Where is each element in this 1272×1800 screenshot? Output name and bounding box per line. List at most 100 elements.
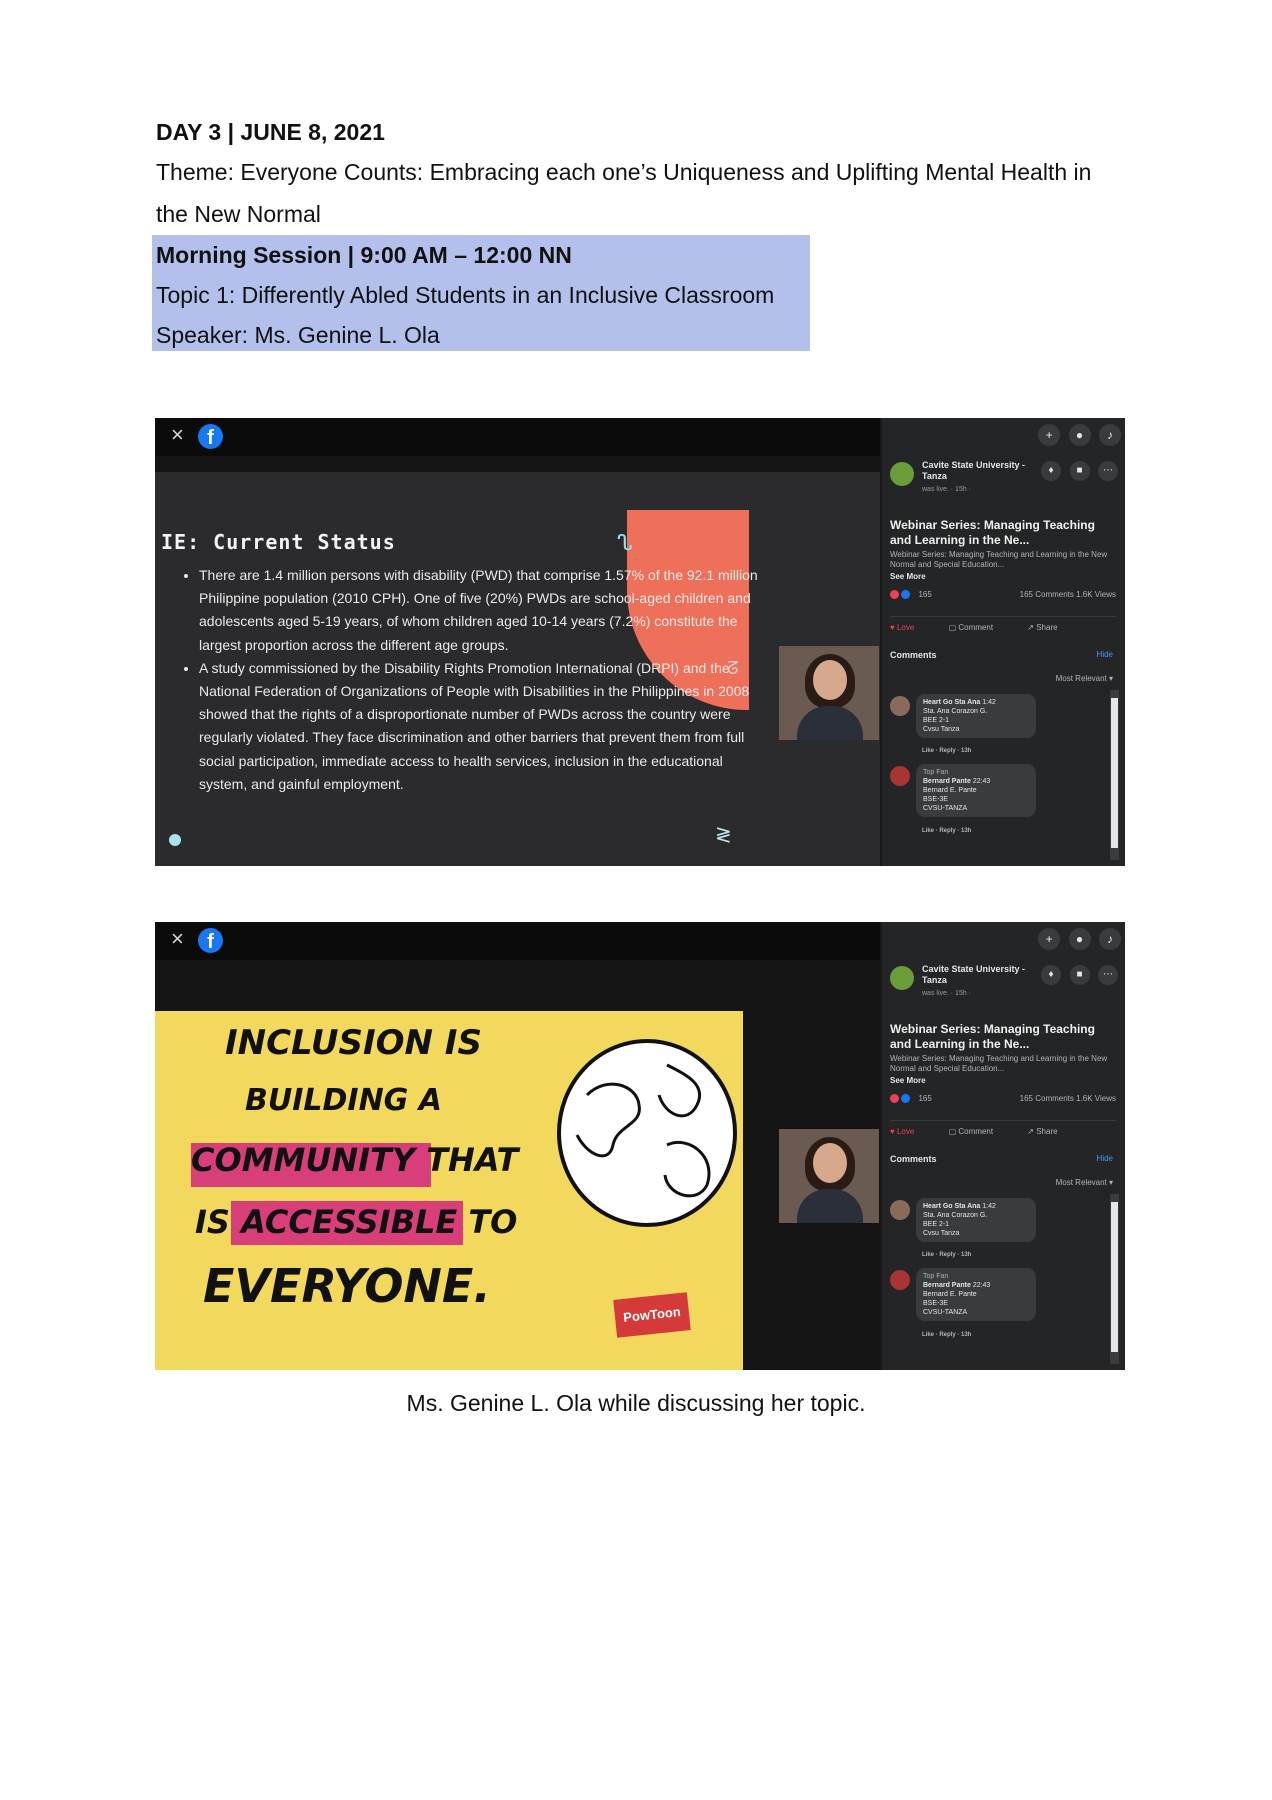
messenger-icon[interactable]: ● [1068, 424, 1091, 446]
sort-comments-dropdown[interactable]: Most Relevant ▾ [1056, 674, 1113, 683]
see-more-link[interactable]: See More [890, 572, 926, 581]
reaction-count[interactable]: 165 [918, 590, 931, 599]
video-stage[interactable]: INCLUSION IS BUILDING A COMMUNITY THAT I… [155, 960, 880, 1370]
hide-comments-link[interactable]: Hide [1097, 1154, 1113, 1163]
plus-icon[interactable]: + [1038, 424, 1061, 446]
close-icon[interactable]: × [171, 423, 184, 447]
presentation-slide: ᔐ ᘔ ≷ IE: Current Status There are 1.4 m… [155, 472, 880, 866]
sort-comments-dropdown[interactable]: Most Relevant ▾ [1056, 1178, 1113, 1187]
slide-text: IS ACCESSIBLE TO [195, 1203, 518, 1241]
top-fan-badge: Top Fan [923, 769, 949, 776]
share-button[interactable]: ↗ Share [1027, 1127, 1073, 1136]
comment-bubble: Top Fan Bernard Pante 22:43 Bernard E. P… [916, 764, 1036, 817]
love-button[interactable]: ♥ Love [890, 623, 930, 632]
close-icon[interactable]: × [171, 927, 184, 951]
notifications-icon[interactable]: ♪ [1099, 928, 1121, 950]
comment-line: Sta. Ana Corazon G. [923, 708, 988, 715]
facebook-logo-icon[interactable]: f [198, 424, 223, 449]
comment-author[interactable]: Heart Go Sta Ana [923, 1203, 980, 1210]
comment-bubble: Top Fan Bernard Pante 22:43 Bernard E. P… [916, 1268, 1036, 1321]
comment-line: BSE-3E [923, 796, 948, 803]
page-header: Cavite State University - Tanza was live… [890, 460, 1118, 500]
avatar[interactable] [890, 1270, 910, 1290]
avatar[interactable] [890, 696, 910, 716]
day-heading: DAY 3 | JUNE 8, 2021 [156, 119, 385, 145]
page-avatar[interactable] [890, 462, 914, 486]
slide-text: COMMUNITY THAT [191, 1141, 519, 1179]
comment-author[interactable]: Bernard Pante [923, 778, 971, 785]
comment-bubble: Heart Go Sta Ana 1:42 Sta. Ana Corazon G… [916, 1198, 1036, 1242]
comment-actions[interactable]: Like · Reply · 13h [922, 828, 971, 834]
page-avatar[interactable] [890, 966, 914, 990]
comments-heading: Comments [890, 650, 937, 660]
comment-line: CVSU-TANZA [923, 805, 968, 812]
post-meta: was live. · 15h · [922, 990, 972, 997]
bell-icon[interactable]: ♦ [1041, 461, 1062, 481]
comment-line: BSE-3E [923, 1300, 948, 1307]
post-side-panel: + ● ♪ Cavite State University - Tanza wa… [882, 418, 1125, 866]
video-title: Webinar Series: Managing Teaching and Le… [890, 518, 1095, 547]
comment-author[interactable]: Bernard Pante [923, 1282, 971, 1289]
facebook-logo-icon[interactable]: f [198, 928, 223, 953]
comments-scrollbar[interactable] [1110, 690, 1119, 860]
hide-comments-link[interactable]: Hide [1097, 650, 1113, 659]
love-reaction-icon [890, 1094, 899, 1104]
speaker-video-thumbnail[interactable] [779, 646, 879, 740]
messenger-icon[interactable]: ● [1068, 928, 1091, 950]
avatar[interactable] [890, 766, 910, 786]
teal-dot-decoration [169, 834, 181, 846]
scribble-doodle-icon: ᔐ [617, 530, 633, 555]
comment-button[interactable]: ▢ Comment [949, 623, 1009, 632]
comment-actions[interactable]: Like · Reply · 13h [922, 1332, 971, 1338]
comments-views-count[interactable]: 165 Comments 1.6K Views [1020, 590, 1116, 599]
scroll-thumb[interactable] [1111, 698, 1118, 848]
comment-time: 1:42 [982, 1203, 996, 1210]
comment-author[interactable]: Heart Go Sta Ana [923, 699, 980, 706]
comment-line: Bernard E. Pante [923, 1291, 977, 1298]
plus-icon[interactable]: + [1038, 928, 1061, 950]
comment-line: Cvsu Tanza [923, 1230, 960, 1237]
comment-button[interactable]: ▢ Comment [949, 1127, 1009, 1136]
scroll-thumb[interactable] [1111, 1202, 1118, 1352]
session-info-box: Morning Session | 9:00 AM – 12:00 NN Top… [152, 235, 810, 351]
comment-actions[interactable]: Like · Reply · 13h [922, 1252, 971, 1258]
presentation-slide: INCLUSION IS BUILDING A COMMUNITY THAT I… [155, 1011, 743, 1370]
action-bar: ♥ Love ▢ Comment ↗ Share [890, 1120, 1116, 1147]
zigzag-doodle-icon: ≷ [715, 824, 732, 846]
viewer-topbar: × f [155, 922, 880, 960]
love-button[interactable]: ♥ Love [890, 1127, 930, 1136]
avatar[interactable] [890, 1200, 910, 1220]
slide-text: EVERYONE. [203, 1259, 491, 1313]
speaker-video-thumbnail[interactable] [779, 1129, 879, 1223]
comment-line: BEE 2-1 [923, 1221, 950, 1228]
page-name[interactable]: Cavite State University - Tanza [922, 964, 1030, 986]
share-button[interactable]: ↗ Share [1027, 623, 1073, 632]
stats-row: 165 165 Comments 1.6K Views [890, 1094, 1116, 1104]
session-title: Morning Session | 9:00 AM – 12:00 NN [156, 242, 572, 268]
slide-bullet: A study commissioned by the Disability R… [199, 657, 759, 796]
notifications-icon[interactable]: ♪ [1099, 424, 1121, 446]
comment-line: CVSU-TANZA [923, 1309, 968, 1316]
more-options-icon[interactable]: ⋯ [1098, 461, 1118, 481]
more-options-icon[interactable]: ⋯ [1098, 965, 1118, 985]
comments-scrollbar[interactable] [1110, 1194, 1119, 1364]
see-more-link[interactable]: See More [890, 1076, 926, 1085]
figure-caption: Ms. Genine L. Ola while discussing her t… [406, 1390, 866, 1416]
video-stage[interactable]: ᔐ ᘔ ≷ IE: Current Status There are 1.4 m… [155, 456, 880, 866]
powtoon-brand-stamp: PowToon [613, 1292, 691, 1338]
comment-line: Bernard E. Pante [923, 787, 977, 794]
like-reaction-icon [901, 590, 911, 600]
slide-bullets: There are 1.4 million persons with disab… [179, 564, 759, 796]
save-icon[interactable]: ■ [1069, 461, 1090, 481]
session-speaker: Speaker: Ms. Genine L. Ola [156, 322, 440, 348]
comments-views-count[interactable]: 165 Comments 1.6K Views [1020, 1094, 1116, 1103]
comment-line: Sta. Ana Corazon G. [923, 1212, 988, 1219]
save-icon[interactable]: ■ [1069, 965, 1090, 985]
comment-actions[interactable]: Like · Reply · 13h [922, 748, 971, 754]
post-side-panel: + ● ♪ Cavite State University - Tanza wa… [882, 922, 1125, 1370]
slide-text: BUILDING A [245, 1083, 442, 1118]
theme-line: Theme: Everyone Counts: Embracing each o… [156, 159, 1092, 185]
page-name[interactable]: Cavite State University - Tanza [922, 460, 1030, 482]
bell-icon[interactable]: ♦ [1041, 965, 1062, 985]
reaction-count[interactable]: 165 [918, 1094, 931, 1103]
